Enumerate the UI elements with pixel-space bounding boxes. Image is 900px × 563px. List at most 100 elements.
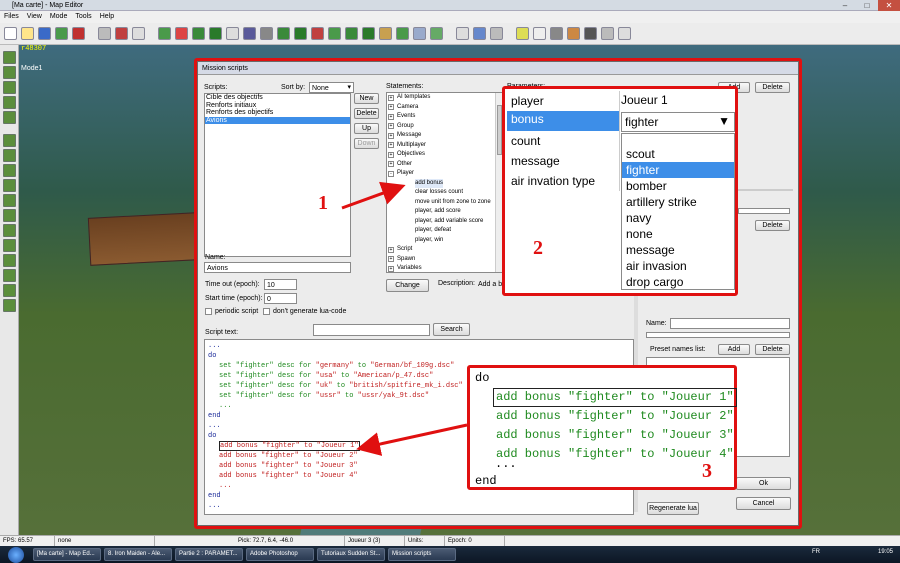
statement-tree-item[interactable]: player, defeat [387, 226, 502, 236]
menu-mode[interactable]: Mode [46, 11, 72, 23]
toolbar-tool-icon[interactable] [328, 27, 341, 40]
left-tool-icon[interactable] [3, 111, 16, 124]
tree-toggle-icon[interactable]: + [388, 265, 394, 272]
toolbar-tool-icon[interactable] [345, 27, 358, 40]
taskbar-item[interactable]: [Ma carte] - Map Ed... [33, 548, 101, 561]
toolbar-tool-icon[interactable] [311, 27, 324, 40]
toolbar-tool-icon[interactable] [260, 27, 273, 40]
toolbar-tool-icon[interactable] [584, 27, 597, 40]
statement-tree-item[interactable]: + Objectives [387, 150, 502, 160]
regenerate-lua-button[interactable]: Regenerate lua [647, 502, 699, 515]
left-tool-icon[interactable] [3, 149, 16, 162]
statement-tree-item[interactable]: + Script [387, 245, 502, 255]
taskbar-item[interactable]: Adobe Photoshop [246, 548, 314, 561]
toolbar-tool-icon[interactable] [516, 27, 529, 40]
toolbar-tool-icon[interactable] [456, 27, 469, 40]
statement-tree-item[interactable]: clear losses count [387, 188, 502, 198]
toolbar-tool-icon[interactable] [38, 27, 51, 40]
c2-option-item[interactable]: air invasion [622, 258, 734, 274]
menu-help[interactable]: Help [96, 11, 118, 23]
toolbar-tool-icon[interactable] [98, 27, 111, 40]
toolbar-tool-icon[interactable] [158, 27, 171, 40]
statements-scrollbar[interactable] [495, 93, 502, 272]
statement-tree-item[interactable]: + Other [387, 160, 502, 170]
cancel-button[interactable]: Cancel [736, 497, 791, 510]
script-list-item[interactable]: Renforts des objectifs [205, 109, 350, 117]
c2-option-item[interactable]: navy [622, 210, 734, 226]
toolbar-tool-icon[interactable] [4, 27, 17, 40]
script-list-item[interactable]: Avions [205, 116, 350, 124]
statement-tree-item[interactable]: + Spawn [387, 255, 502, 265]
nolua-checkbox[interactable] [263, 308, 270, 315]
name-input[interactable]: Avions [204, 262, 351, 273]
c2-option-item[interactable]: bomber [622, 178, 734, 194]
tree-toggle-icon[interactable]: + [388, 94, 394, 101]
scripts-list[interactable]: Cible des objectifs Renforts initiaux Renf… [204, 93, 351, 257]
minimize-icon[interactable]: – [834, 0, 856, 11]
tree-toggle-icon[interactable]: + [388, 256, 394, 263]
left-tool-icon[interactable] [3, 134, 16, 147]
start-input[interactable]: 0 [264, 293, 297, 304]
preset-add-button[interactable]: Add [718, 344, 750, 355]
c2-param-item[interactable]: bonus [507, 111, 619, 131]
new-button[interactable]: New [354, 93, 379, 104]
start-button-icon[interactable] [8, 546, 24, 563]
taskbar-item[interactable]: Mission scripts [388, 548, 456, 561]
left-tool-icon[interactable] [3, 254, 16, 267]
taskbar-item[interactable]: Tutoriaux Sudden St... [317, 548, 385, 561]
statement-tree-item[interactable]: + Events [387, 112, 502, 122]
left-tool-icon[interactable] [3, 81, 16, 94]
toolbar-tool-icon[interactable] [550, 27, 563, 40]
statement-tree-item[interactable]: player, add score [387, 207, 502, 217]
statement-tree-item[interactable]: + Group [387, 122, 502, 132]
tree-toggle-icon[interactable]: - [388, 170, 394, 177]
statements-tree[interactable]: + AI templates + Camera + Events + Group + Messag… [386, 92, 503, 273]
left-tool-icon[interactable] [3, 51, 16, 64]
right-name-input[interactable] [670, 318, 790, 329]
statement-tree-item[interactable]: player, win [387, 236, 502, 246]
toolbar-tool-icon[interactable] [175, 27, 188, 40]
tree-toggle-icon[interactable]: + [388, 151, 394, 158]
left-tool-icon[interactable] [3, 66, 16, 79]
tree-toggle-icon[interactable]: + [388, 161, 394, 168]
statement-tree-item[interactable]: player, add variable score [387, 217, 502, 227]
c2-param-item[interactable]: count [507, 131, 619, 151]
left-tool-icon[interactable] [3, 224, 16, 237]
c2-option-item[interactable]: message [622, 242, 734, 258]
change-button[interactable]: Change [386, 279, 429, 292]
left-tool-icon[interactable] [3, 239, 16, 252]
toolbar-tool-icon[interactable] [567, 27, 580, 40]
toolbar-tool-icon[interactable] [601, 27, 614, 40]
taskbar-item[interactable]: Partie 2 : PARAMET... [175, 548, 243, 561]
statement-tree-item[interactable]: add bonus [387, 178, 502, 188]
left-tool-icon[interactable] [3, 96, 16, 109]
c2-bonus-select[interactable]: fighter ▼ [621, 112, 735, 132]
toolbar-tool-icon[interactable] [294, 27, 307, 40]
up-button[interactable]: Up [354, 123, 379, 134]
sort-select[interactable]: None ▾ [309, 82, 354, 93]
toolbar-tool-icon[interactable] [192, 27, 205, 40]
statement-tree-item[interactable]: + AI templates [387, 93, 502, 103]
param-slider[interactable] [738, 208, 790, 214]
c2-options-list[interactable]: scout fighter bomber artillery strike navy no… [621, 133, 735, 290]
toolbar-tool-icon[interactable] [55, 27, 68, 40]
left-tool-icon[interactable] [3, 179, 16, 192]
left-tool-icon[interactable] [3, 299, 16, 312]
statement-tree-item[interactable]: move unit from zone to zone [387, 198, 502, 208]
taskbar-item[interactable]: 8. Iron Maiden - Ale... [104, 548, 172, 561]
ok-button[interactable]: Ok [736, 477, 791, 490]
maximize-icon[interactable]: □ [856, 0, 878, 11]
toolbar-tool-icon[interactable] [490, 27, 503, 40]
left-tool-icon[interactable] [3, 284, 16, 297]
c2-option-item[interactable]: fighter [622, 162, 734, 178]
tree-toggle-icon[interactable]: + [388, 246, 394, 253]
toolbar-tool-icon[interactable] [618, 27, 631, 40]
toolbar-tool-icon[interactable] [115, 27, 128, 40]
close-icon[interactable]: ✕ [878, 0, 900, 11]
tree-toggle-icon[interactable]: + [388, 113, 394, 120]
tree-toggle-icon[interactable]: + [388, 132, 394, 139]
toolbar-tool-icon[interactable] [277, 27, 290, 40]
toolbar-tool-icon[interactable] [379, 27, 392, 40]
c2-option-item[interactable]: drop cargo [622, 274, 734, 290]
timeout-input[interactable]: 10 [264, 279, 297, 290]
